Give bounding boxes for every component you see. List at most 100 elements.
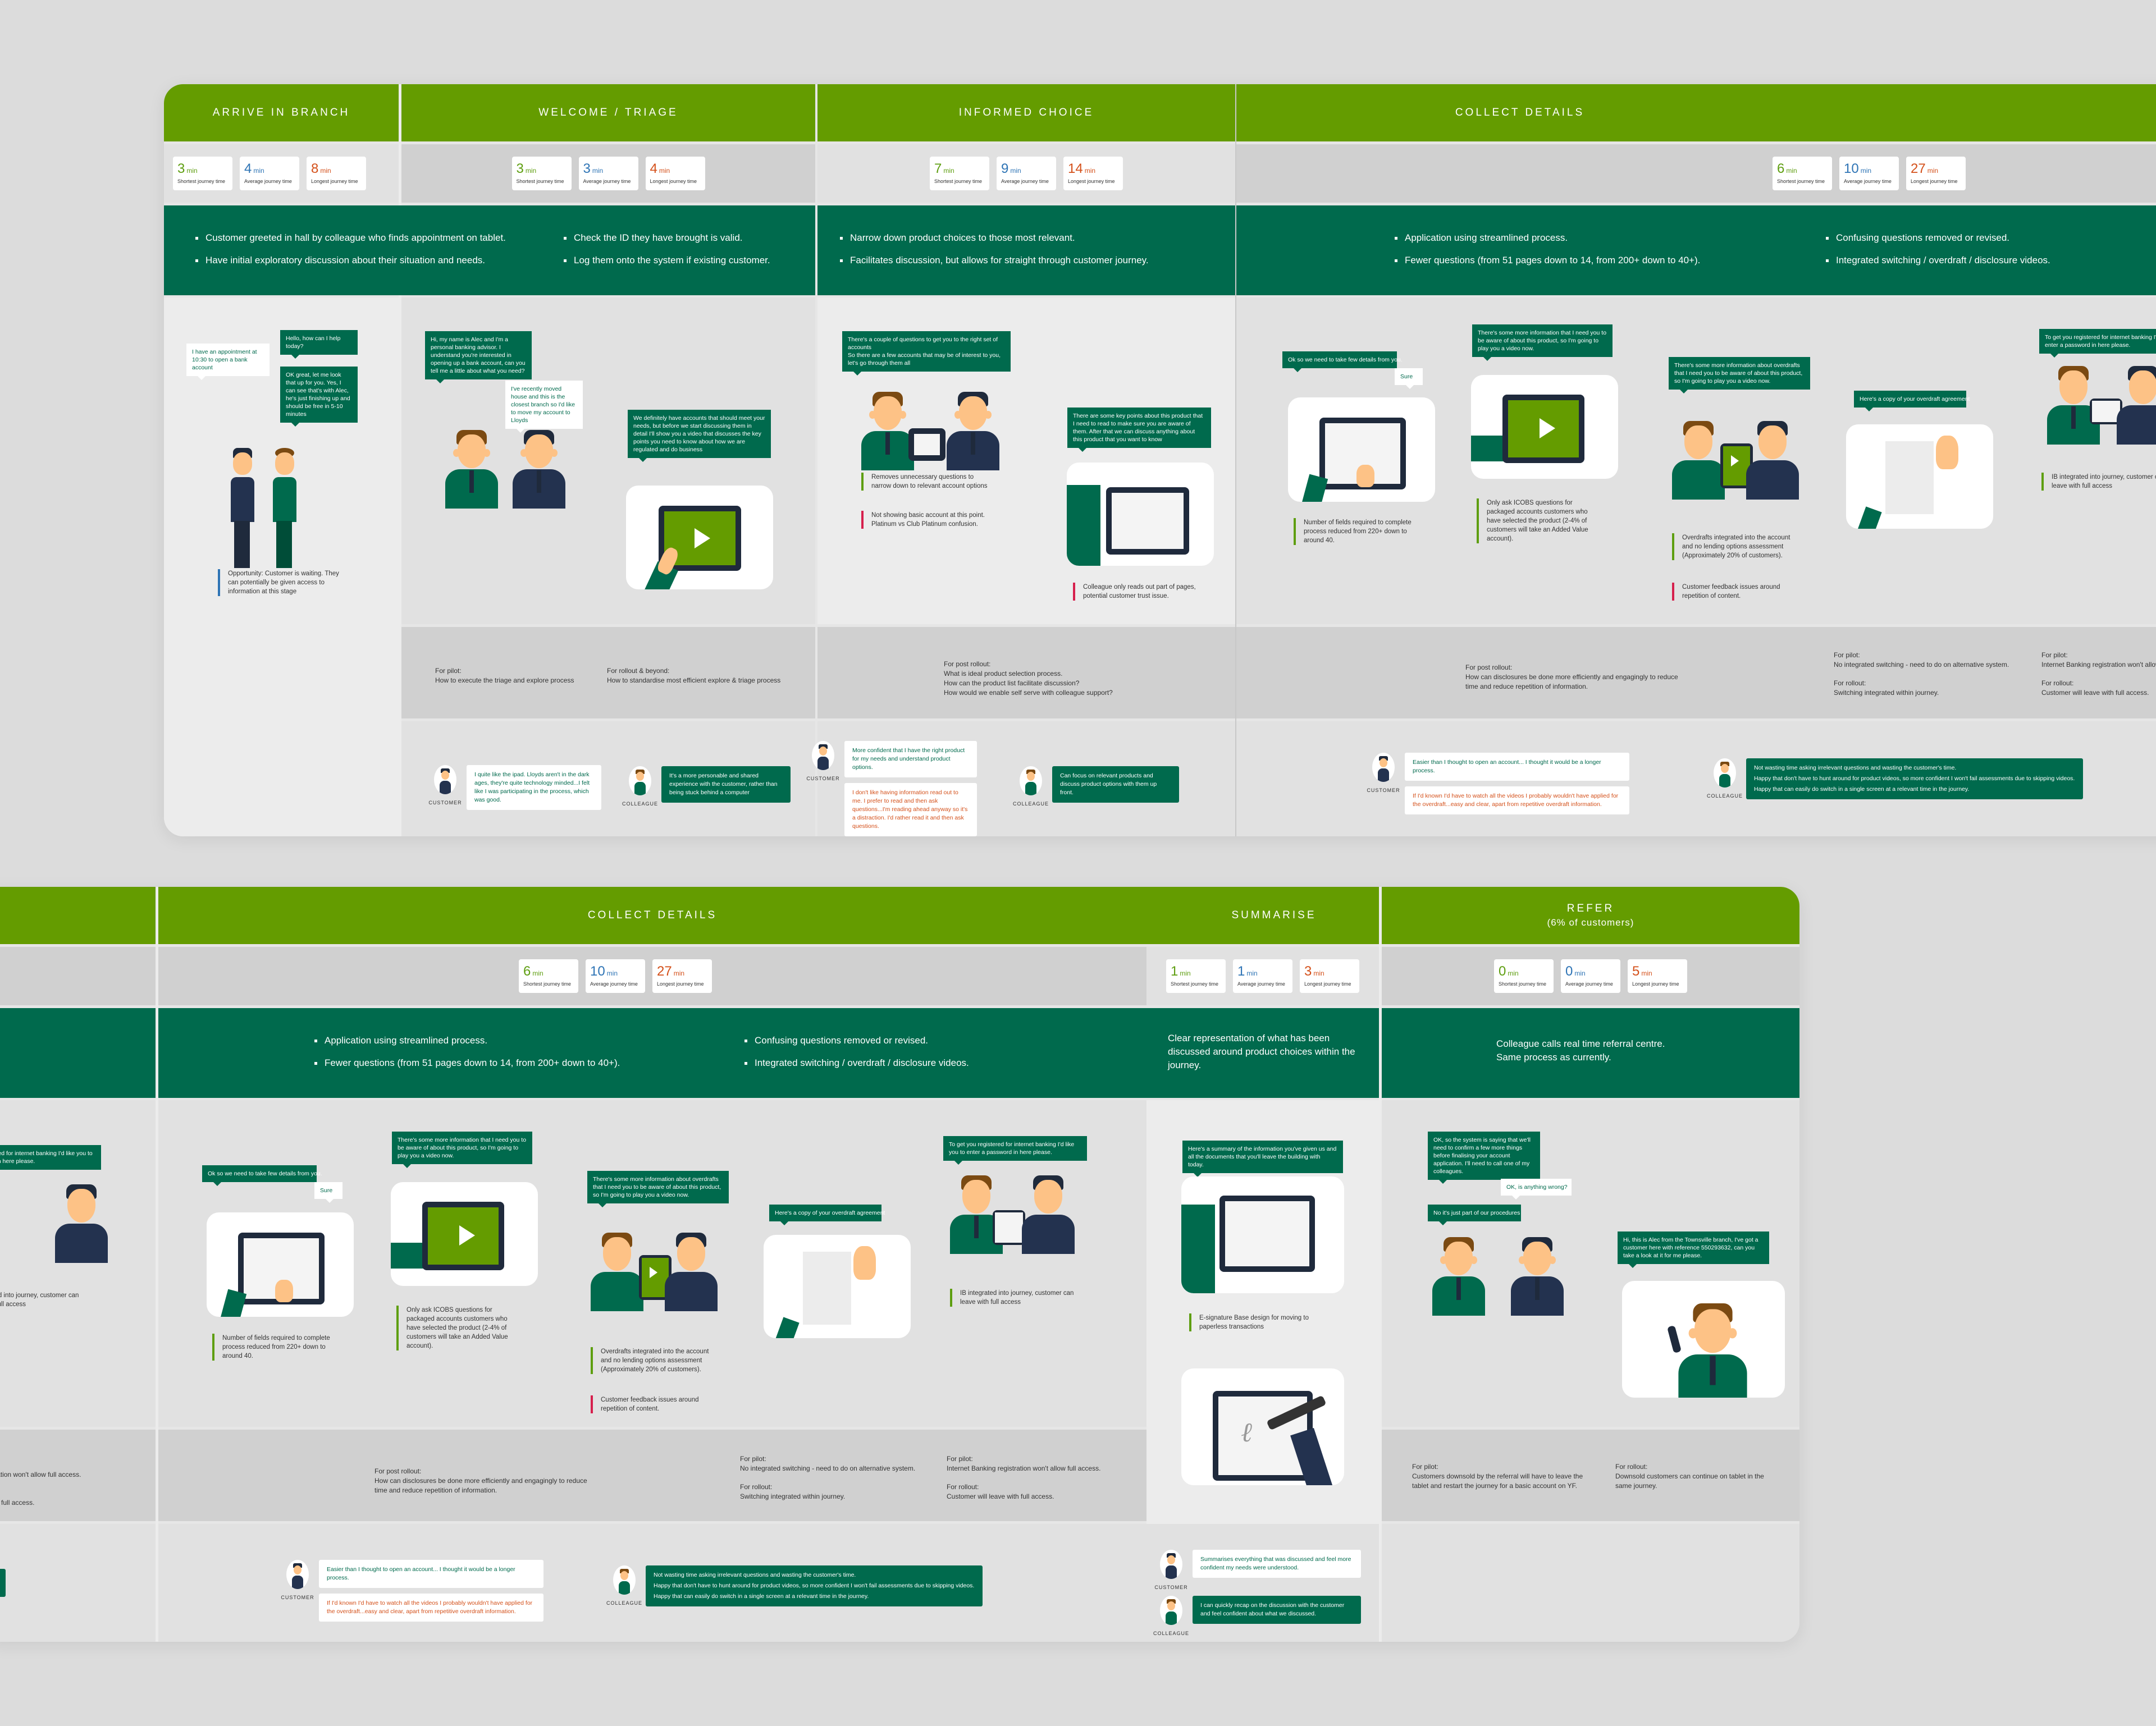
- timer-shortest: 1 min Shortest journey time: [1166, 959, 1226, 993]
- journey-times: 6 min Shortest journey time 10 min Average j…: [158, 947, 1146, 1005]
- hand-icon: [853, 1246, 876, 1280]
- stage-summary: Colleague calls real time referral centr…: [1382, 1008, 1799, 1098]
- summary-item: Integrated switching / overdraft / discl…: [1826, 255, 2050, 266]
- stage-header: [0, 887, 156, 944]
- stage-summary: Narrow down product choices to those mos…: [817, 205, 1235, 295]
- positive-note: IB integrated into journey, customer can…: [0, 1291, 84, 1309]
- product-video-card: [391, 1182, 538, 1286]
- customer-avatar: [286, 1560, 309, 1589]
- illustration-area: To get you registered for internet banki…: [0, 1100, 156, 1427]
- speech-bubble: There's some more information that I nee…: [392, 1132, 532, 1168]
- hand-icon: [275, 1280, 293, 1302]
- tablet-icon: [1106, 487, 1189, 555]
- tablet-icon: [1219, 1196, 1315, 1272]
- timer-shortest: 0 min Shortest journey time: [1494, 959, 1554, 993]
- speech-bubble: There's some more information that I nee…: [1472, 324, 1613, 361]
- summary-tablet-card: [1181, 1176, 1344, 1293]
- colleague-feedback: COLLEAGUE It's a more personable and sha…: [622, 766, 791, 807]
- speech-bubble: Here's a summary of the information you'…: [1182, 1141, 1343, 1177]
- stage-summary: Application using streamlined process. F…: [158, 1008, 1146, 1098]
- illustration-area: Ok so we need to take few details from y…: [158, 1100, 1146, 1427]
- feedback-quote: More confident that I have the right pro…: [844, 741, 977, 777]
- timer-longest: 27 min Longest journey time: [652, 959, 712, 993]
- signature-icon: ℓ: [1241, 1417, 1252, 1448]
- customer-feedback: CUSTOMER Easier than I thought to open a…: [1367, 753, 1629, 814]
- timer-longest: 27 min Longest journey time: [1906, 157, 1966, 190]
- speech-bubble: Ok so we need to take few details from y…: [202, 1165, 322, 1186]
- speech-bubble: No it's just part of our procedures: [1428, 1205, 1521, 1225]
- journey-times: 3 min Shortest journey time 4 min Average jo…: [164, 144, 399, 203]
- feedback-area: CUSTOMER More confident that I have the …: [806, 721, 1235, 836]
- speech-bubble: Hi, this is Alec from the Townsville bra…: [1618, 1231, 1769, 1268]
- stage-title: INFORMED CHOICE: [958, 107, 1094, 118]
- journey-map-panel-bottom: To get you registered for internet banki…: [0, 887, 1799, 1642]
- feedback-quote: I quite like the ipad. Lloyds aren't in …: [467, 765, 601, 810]
- play-icon: [695, 528, 710, 548]
- colleague-feedback: COLLEAGUE Can focus on relevant products…: [1013, 766, 1179, 807]
- timer-shortest: 6 min Shortest journey time: [1773, 157, 1832, 190]
- summary-item: Facilitates discussion, but allows for s…: [840, 255, 1149, 266]
- positive-note: Only ask ICOBS questions for packaged ac…: [396, 1306, 520, 1350]
- speech-bubble: To get you registered for internet banki…: [2039, 329, 2156, 358]
- speech-bubble: OK great, let me look that up for you. Y…: [280, 367, 358, 427]
- customer-avatar: [434, 765, 456, 794]
- ib-block: For pilot:Internet Banking registration …: [947, 1455, 1101, 1500]
- stage-header: INFORMED CHOICE: [817, 84, 1235, 141]
- summary-list: Confusing questions removed or revised. …: [744, 1035, 969, 1080]
- summary-item: Confusing questions removed or revised.: [1826, 232, 2050, 244]
- switching-block: For pilot: No integrated switching - need…: [740, 1455, 916, 1500]
- stage-collect-details-partial: To get you registered for internet banki…: [0, 887, 156, 1642]
- tablet-icon: [1502, 395, 1584, 463]
- stage-refer: REFER (6% of customers) 0 min Shortest jou…: [1382, 887, 1799, 1642]
- pilot-rollout-notes: For post rollout: How can disclosures be …: [158, 1430, 1146, 1521]
- journey-map-panel-top: ARRIVE IN BRANCH 3 min Shortest journey ti…: [164, 84, 2156, 836]
- speech-bubble: To get you registered for internet banki…: [943, 1136, 1087, 1165]
- customer-figure-icon: [229, 447, 255, 570]
- feedback-area-empty: [1382, 1524, 1799, 1642]
- summary-list: Confusing questions removed or revised. …: [1826, 232, 2050, 277]
- speech-bubble: Hello, how can I help today?: [280, 330, 358, 359]
- speech-bubble: OK, so the system is saying that we'll n…: [1428, 1132, 1540, 1184]
- speech-bubble: There's a couple of questions to get you…: [842, 331, 1011, 376]
- speech-bubble: There's some more information about over…: [587, 1171, 729, 1207]
- pilot-rollout-notes: For pilot:Internet Banking registration …: [0, 1430, 156, 1521]
- overdraft-agreement-card: [1846, 424, 1993, 529]
- feedback-quote: Happy that don't have to hunt around for…: [0, 1569, 6, 1597]
- ib-block: For pilot:Internet Banking registration …: [2041, 651, 2156, 697]
- timer-average: 4 min Average journey time: [240, 157, 299, 190]
- colleague-avatar: [613, 1565, 636, 1595]
- post-rollout-block: For post rollout: What is ideal product …: [944, 660, 1113, 697]
- customer-feedback: CUSTOMER Summarises everything that was …: [1154, 1550, 1361, 1590]
- ib-block: For pilot:Internet Banking registration …: [0, 1471, 81, 1507]
- summary-list: Narrow down product choices to those mos…: [840, 232, 1149, 277]
- stage-header: WELCOME / TRIAGE: [401, 84, 815, 141]
- tablet-icon: [908, 428, 945, 461]
- illustration-area: There's a couple of questions to get you…: [817, 297, 1235, 624]
- speech-bubble: Ok so we need to take few details from y…: [1282, 351, 1403, 372]
- feedback-area: CUSTOMER Easier than I thought to open a…: [1236, 721, 2156, 836]
- form-entry-card: [207, 1212, 354, 1317]
- customer-seated-icon: [1506, 1237, 1568, 1316]
- journey-times: 0 min Shortest journey time 0 min Average jo…: [1382, 947, 1799, 1005]
- stage-collect-details: COLLECT DETAILS 6 min Shortest journey tim…: [158, 887, 1146, 1642]
- customer-feedback: CUSTOMER Easier than I thought to open a…: [281, 1560, 543, 1622]
- summary-text: Clear representation of what has been di…: [1168, 1033, 1355, 1070]
- journey-times: 7 min Shortest journey time 9 min Average jo…: [817, 144, 1235, 203]
- colleague-avatar: [1020, 766, 1042, 795]
- positive-note: Overdrafts integrated into the account a…: [591, 1347, 712, 1374]
- timer-average: 0 min Average journey time: [1561, 959, 1620, 993]
- video-card: [626, 486, 773, 589]
- feedback-area: CUSTOMER I quite like the ipad. Lloyds a…: [401, 721, 815, 836]
- colleague-figure-icon: [271, 447, 298, 570]
- customer-feedback: CUSTOMER I quite like the ipad. Lloyds a…: [428, 765, 601, 810]
- customer-seated-icon: [942, 392, 1004, 470]
- customer-seated-icon: [1017, 1175, 1079, 1254]
- speech-bubble: OK, is anything wrong?: [1501, 1179, 1572, 1199]
- illustration-area: Ok so we need to take few details from y…: [1236, 297, 2156, 624]
- negative-note: Colleague only reads out part of pages, …: [1073, 583, 1202, 601]
- speech-bubble: I've recently moved house and this is th…: [505, 381, 583, 433]
- play-icon: [650, 1267, 657, 1278]
- overdraft-agreement-card: [764, 1235, 911, 1338]
- summary-list: Application using streamlined process. F…: [314, 1035, 620, 1080]
- opportunity-note: Opportunity: Customer is waiting. They c…: [218, 569, 347, 596]
